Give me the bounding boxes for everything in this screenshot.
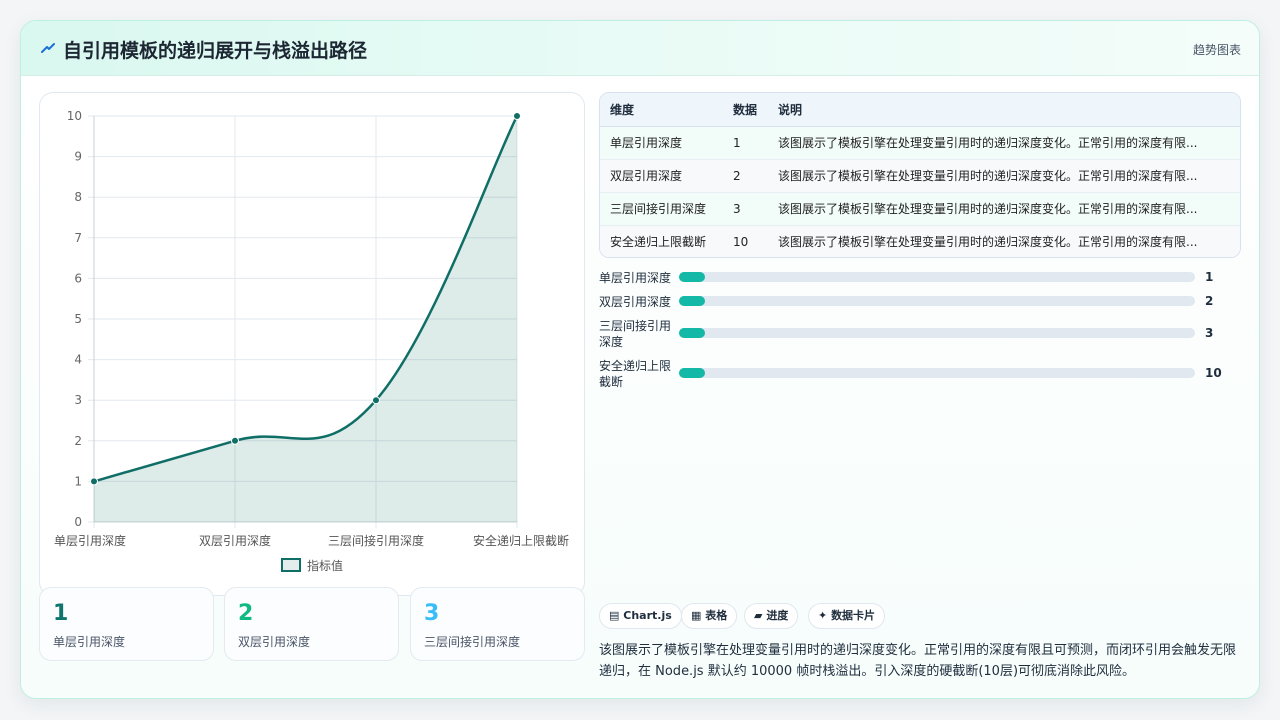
progress-track	[679, 368, 1195, 378]
y-tick-label: 6	[74, 271, 82, 285]
cell-dimension: 双层引用深度	[600, 159, 723, 193]
progress-track	[679, 328, 1195, 338]
tag-label: Chart.js	[623, 609, 672, 622]
cell-note: 该图展示了模板引擎在处理变量引用时的递归深度变化。正常引用的深度有限...	[768, 225, 1240, 257]
cell-value: 1	[723, 126, 768, 160]
stat-label: 双层引用深度	[238, 635, 311, 649]
cell-dimension: 单层引用深度	[600, 126, 723, 160]
stat-card-2: 2 双层引用深度	[224, 587, 399, 661]
stat-value: 2	[238, 601, 254, 626]
chart-type-label: 趋势图表	[1192, 43, 1241, 57]
sparkle-icon: ✦	[818, 609, 828, 622]
progress-track	[679, 296, 1195, 306]
table-icon: ▦	[691, 609, 702, 622]
cell-note: 该图展示了模板引擎在处理变量引用时的递归深度变化。正常引用的深度有限...	[768, 159, 1240, 193]
legend-label: 指标值	[307, 558, 343, 573]
progress-label: 双层引用深度	[599, 295, 672, 309]
y-tick-label: 7	[74, 231, 82, 245]
data-point	[372, 396, 380, 405]
y-tick-label: 0	[74, 515, 82, 529]
cell-note: 该图展示了模板引擎在处理变量引用时的递归深度变化。正常引用的深度有限...	[768, 192, 1240, 226]
progress-label: 单层引用深度	[599, 271, 672, 285]
table-row: 单层引用深度 1 该图展示了模板引擎在处理变量引用时的递归深度变化。正常引用的深…	[600, 126, 1240, 160]
x-tick-label: 安全递归上限截断	[473, 533, 569, 548]
progress-label: 安全递归上限截断	[599, 359, 672, 389]
stat-label: 单层引用深度	[53, 635, 126, 649]
progress-label: 三层间接引用深度	[599, 319, 672, 349]
cell-dimension: 安全递归上限截断	[600, 225, 723, 257]
stat-card-3: 3 三层间接引用深度	[410, 587, 585, 661]
tag-label: 表格	[705, 609, 728, 622]
data-table: 维度 数据 说明 单层引用深度 1 该图展示了模板引擎在处理变量引用时的递归深度…	[599, 92, 1241, 258]
progress-fill	[679, 368, 705, 378]
data-point	[231, 436, 239, 445]
column-header: 维度	[600, 93, 723, 127]
data-point	[513, 112, 521, 120]
y-tick-label: 5	[74, 312, 82, 326]
page-title: 自引用模板的递归展开与栈溢出路径	[63, 40, 368, 62]
progress-icon: ▰	[754, 609, 763, 622]
legend-swatch	[281, 558, 301, 572]
trend-logo-icon	[41, 43, 55, 53]
tag-label: 进度	[766, 609, 789, 622]
chart-panel: 0 1 2 3 4 5 6 7 8 9 10 单层引用深度 双层引用深度 三层间接引用深度 安全递归上限截断…	[39, 92, 585, 596]
header: 自引用模板的递归展开与栈溢出路径 趋势图表	[21, 21, 1259, 76]
cell-value: 3	[723, 192, 768, 226]
progress-value: 2	[1205, 294, 1214, 308]
y-tick-label: 10	[67, 109, 82, 123]
progress-value: 1	[1205, 270, 1214, 284]
tag-data-cards[interactable]: ✦ 数据卡片	[808, 603, 886, 629]
x-tick-label: 双层引用深度	[199, 533, 271, 548]
y-tick-label: 4	[74, 353, 82, 367]
cell-value: 2	[723, 159, 768, 193]
progress-fill	[679, 272, 705, 282]
progress-value: 10	[1205, 366, 1222, 380]
column-header: 说明	[768, 93, 1240, 127]
x-tick-label: 单层引用深度	[54, 533, 126, 548]
y-tick-label: 2	[74, 434, 82, 448]
progress-track	[679, 272, 1195, 282]
tag-progress[interactable]: ▰ 进度	[744, 603, 799, 629]
y-tick-label: 9	[74, 150, 82, 164]
table-header-row: 维度 数据 说明	[600, 93, 1240, 127]
table-row: 安全递归上限截断 10 该图展示了模板引擎在处理变量引用时的递归深度变化。正常引…	[600, 225, 1240, 257]
tag-table[interactable]: ▦ 表格	[681, 603, 738, 629]
tag-label: 数据卡片	[831, 609, 876, 622]
progress-value: 3	[1205, 326, 1214, 340]
cell-value: 10	[723, 225, 768, 257]
progress-fill	[679, 328, 705, 338]
y-tick-label: 3	[74, 393, 82, 407]
progress-fill	[679, 296, 705, 306]
description: 该图展示了模板引擎在处理变量引用时的递归深度变化。正常引用的深度有限且可预测，而…	[599, 643, 1237, 679]
stat-card-1: 1 单层引用深度	[39, 587, 214, 661]
table-row: 三层间接引用深度 3 该图展示了模板引擎在处理变量引用时的递归深度变化。正常引用…	[600, 192, 1240, 226]
y-tick-label: 1	[74, 474, 82, 488]
stat-value: 1	[53, 601, 69, 626]
tag-chartjs[interactable]: ▤ Chart.js	[599, 603, 682, 629]
line-chart: 0 1 2 3 4 5 6 7 8 9 10 单层引用深度 双层引用深度 三层间接引用深度 安全递归上限截断…	[54, 109, 569, 573]
stat-label: 三层间接引用深度	[424, 635, 521, 649]
x-tick-label: 三层间接引用深度	[328, 533, 424, 548]
data-point	[90, 477, 98, 486]
column-header: 数据	[723, 93, 768, 127]
cell-note: 该图展示了模板引擎在处理变量引用时的递归深度变化。正常引用的深度有限...	[768, 126, 1240, 160]
stat-value: 3	[424, 601, 440, 626]
cell-dimension: 三层间接引用深度	[600, 192, 723, 226]
y-tick-label: 8	[74, 190, 82, 204]
table-row: 双层引用深度 2 该图展示了模板引擎在处理变量引用时的递归深度变化。正常引用的深…	[600, 159, 1240, 193]
chart-icon: ▤	[609, 609, 620, 622]
